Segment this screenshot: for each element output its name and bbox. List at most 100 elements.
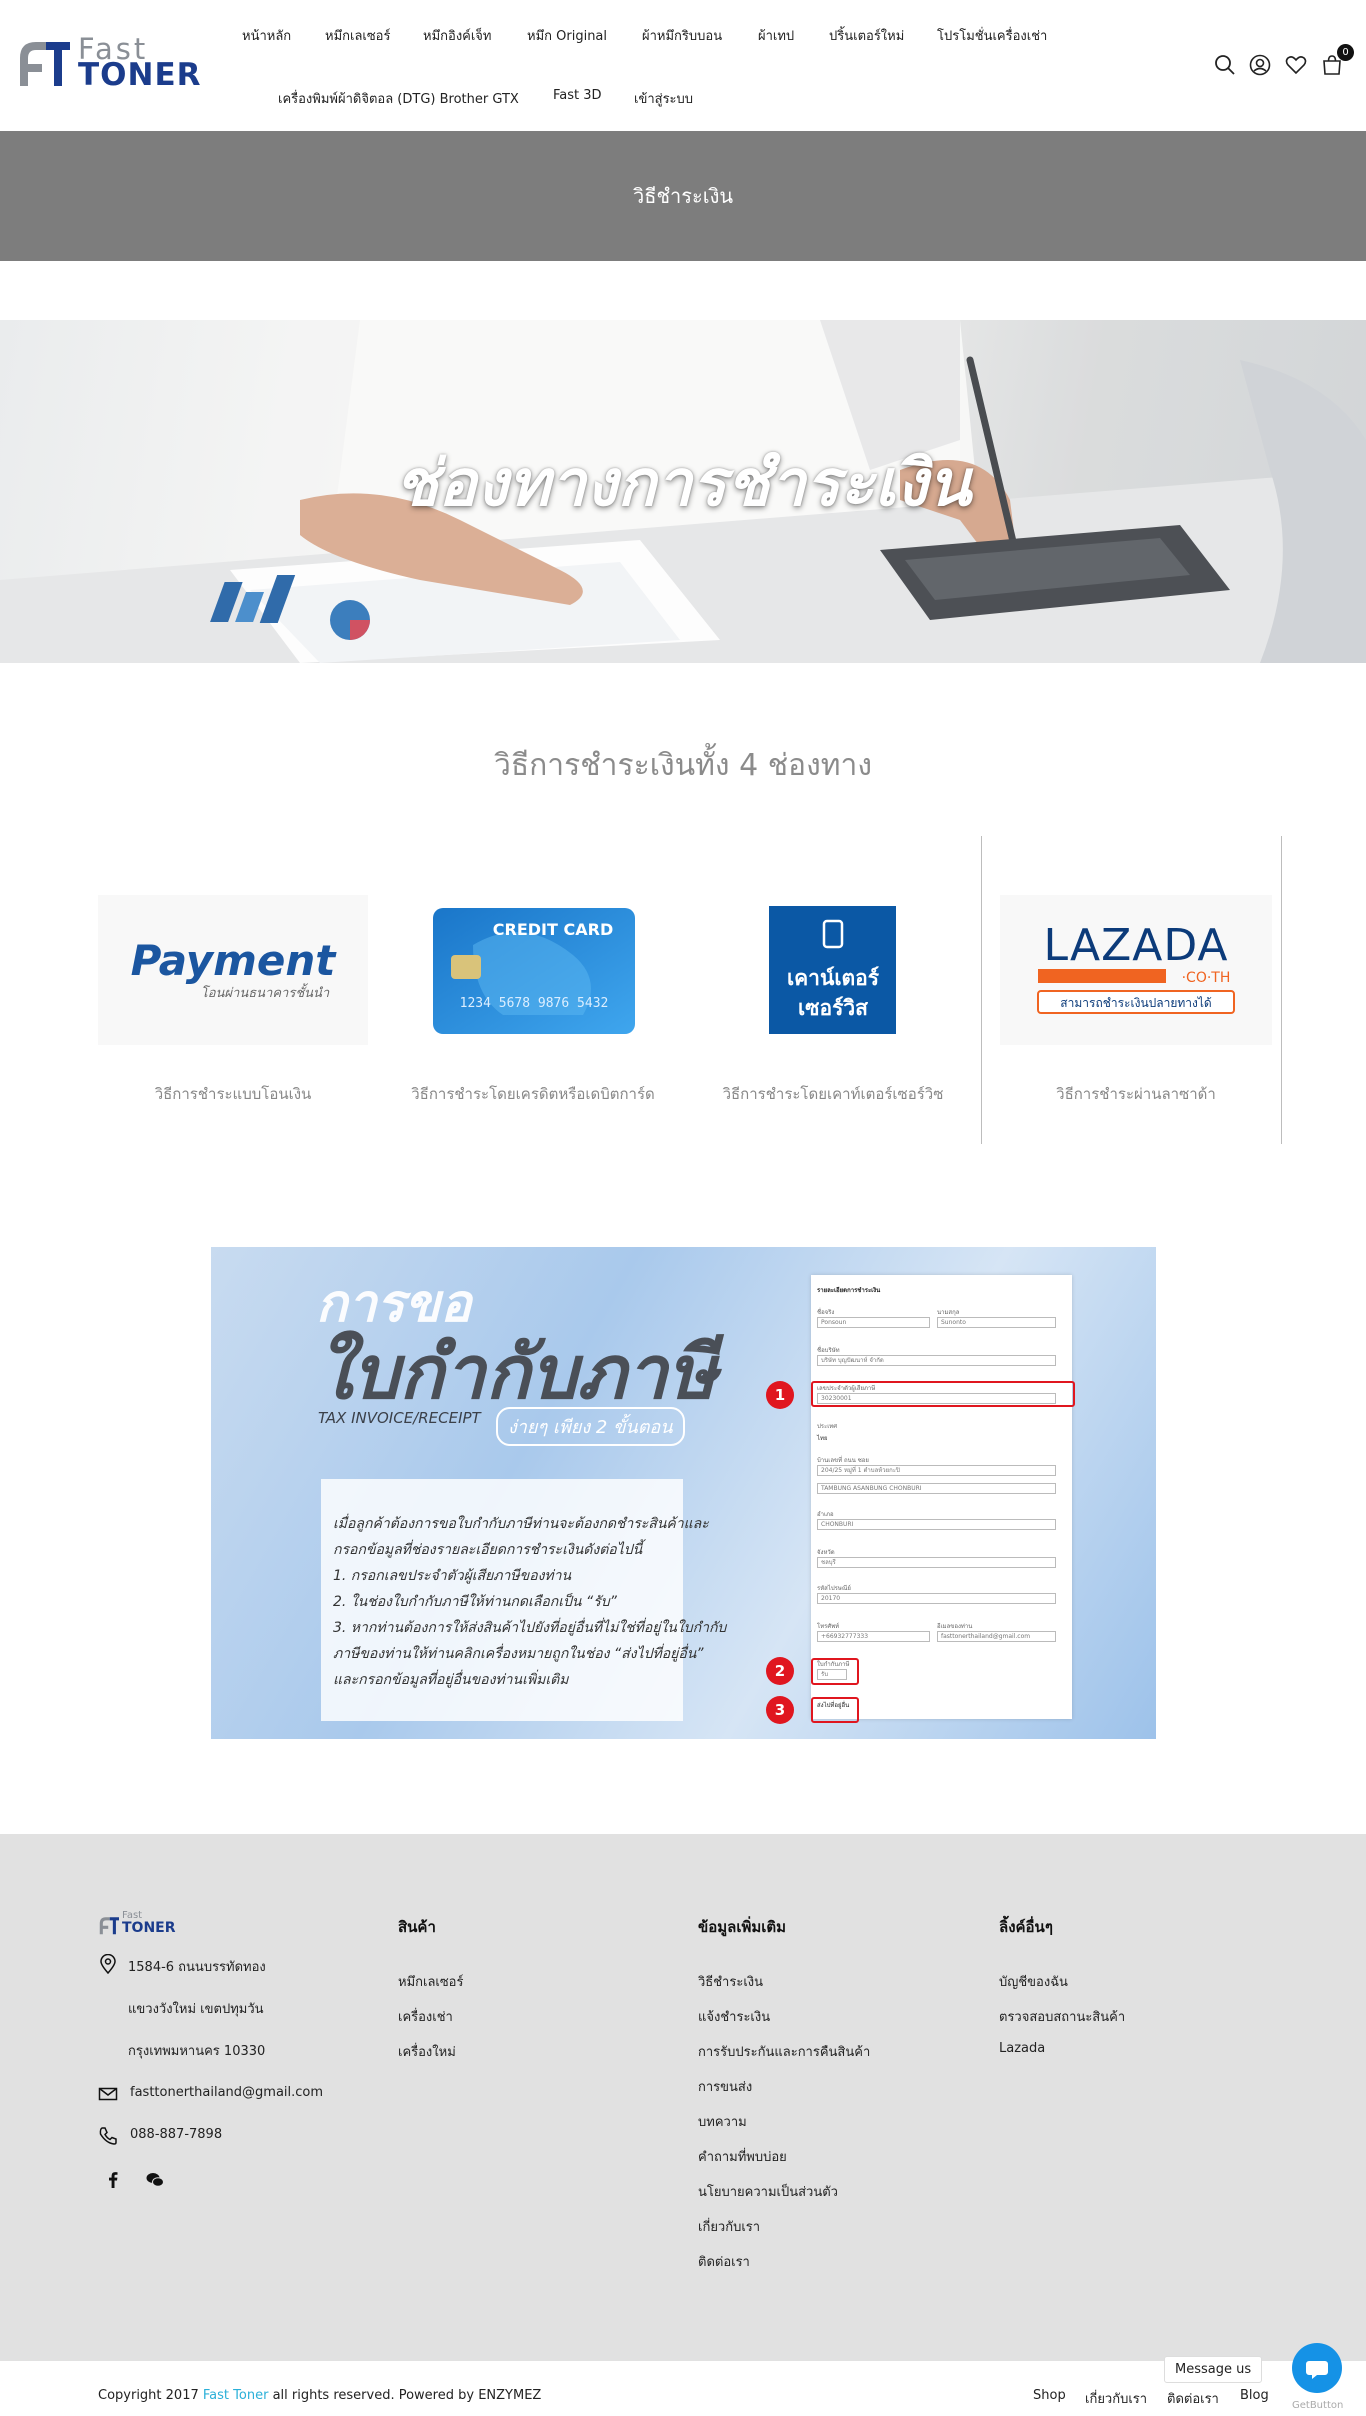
nav-ribbon[interactable]: ผ้าหมึกริบบอน — [642, 25, 722, 46]
bottom-link-blog[interactable]: Blog — [1240, 2388, 1269, 2403]
nav-original-ink[interactable]: หมึก Original — [527, 25, 607, 46]
search-icon[interactable] — [1213, 53, 1237, 77]
nav-login[interactable]: เข้าสู่ระบบ — [634, 88, 693, 109]
credit-card-image: CREDIT CARD 1234 5678 9876 5432 — [433, 908, 635, 1034]
footer-link[interactable]: คำถามที่พบบ่อย — [698, 2146, 787, 2167]
payment-logo-subtext: โอนผ่านธนาคารชั้นนำ — [201, 983, 330, 1001]
copyright-prefix: Copyright 2017 — [98, 2388, 199, 2403]
footer-link[interactable]: นโยบายความเป็นส่วนตัว — [698, 2181, 838, 2202]
form-label: จังหวัด — [817, 1549, 835, 1556]
nav-home[interactable]: หน้าหลัก — [242, 25, 291, 46]
footer-link[interactable]: เกี่ยวกับเรา — [698, 2216, 760, 2237]
form-label: โทรศัพท์ — [817, 1623, 840, 1630]
bottom-link-contact[interactable]: ติดต่อเรา — [1167, 2388, 1219, 2409]
nav-rental-promo[interactable]: โปรโมชั่นเครื่องเช่า — [937, 25, 1047, 46]
getbutton-credit[interactable]: GetButton — [1292, 2400, 1343, 2411]
copyright-text: Copyright 2017 Fast Toner all rights res… — [98, 2388, 541, 2403]
form-field: TAMBUNG ASANBUNG CHONBURI — [817, 1483, 1056, 1494]
tax-instruction-line: 3. หากท่านต้องการให้ส่งสินค้าไปยังที่อยู… — [333, 1620, 727, 1636]
form-label: บ้านเลขที่ ถนน ซอย — [817, 1457, 869, 1464]
page-title: วิธีชำระเงิน — [633, 184, 733, 208]
footer-address-line: แขวงวังใหม่ เขตปทุมวัน — [128, 2002, 264, 2017]
payment-method-caption[interactable]: วิธีการชำระโดยเครดิตหรือเดบิตการ์ด — [383, 1082, 683, 1106]
step-number-badge: 1 — [766, 1381, 794, 1409]
form-field: 20170 — [817, 1593, 1056, 1604]
footer-link[interactable]: บัญชีของฉัน — [999, 1971, 1068, 1992]
form-field: บริษัท บุญปัฒนาห์ จำกัด — [817, 1355, 1056, 1366]
nav-inkjet[interactable]: หมึกอิงค์เจ็ท — [423, 25, 492, 46]
copyright-brand-link[interactable]: Fast Toner — [203, 2388, 269, 2403]
payment-method-caption[interactable]: วิธีการชำระโดยเคาท์เตอร์เซอร์วิซ — [683, 1082, 983, 1106]
phone-icon — [99, 2127, 117, 2145]
counter-service-text-2: เซอร์วิส — [798, 996, 868, 1020]
footer-link[interactable]: วิธีชำระเงิน — [698, 1971, 763, 1992]
footer-link[interactable]: ติดต่อเรา — [698, 2251, 750, 2272]
footer-link[interactable]: การขนส่ง — [698, 2076, 752, 2097]
lazada-domain: ·CO·TH — [1182, 970, 1231, 986]
tax-instruction-line: 2. ในช่องใบกำกับภาษีให้ท่านกดเลือกเป็น “… — [333, 1594, 617, 1610]
footer-email[interactable]: fasttonerthailand@gmail.com — [130, 2085, 323, 2100]
step-number-badge: 2 — [766, 1657, 794, 1685]
credit-card-number: 1234 5678 9876 5432 — [460, 996, 609, 1011]
highlight-box — [811, 1697, 859, 1723]
footer-link[interactable]: การรับประกันและการคืนสินค้า — [698, 2041, 870, 2062]
logo-mark-icon — [20, 42, 70, 86]
footer-link[interactable]: บทความ — [698, 2111, 747, 2132]
form-label: นามสกุล — [937, 1309, 960, 1316]
lazada-wordmark: LAZADA — [1043, 920, 1228, 971]
payment-logo-text: Payment — [131, 936, 338, 985]
footer-link[interactable]: เครื่องใหม่ — [398, 2041, 456, 2062]
lazada-cod-badge: สามารถชำระเงินปลายทางได้ — [1060, 996, 1211, 1010]
wishlist-heart-icon[interactable] — [1284, 53, 1308, 77]
form-field: Sunonto — [937, 1317, 1056, 1328]
site-logo[interactable]: Fast TONER — [16, 32, 211, 93]
footer-col-title-info: ข้อมูลเพิ่มเติม — [698, 1918, 787, 1936]
form-label: ชื่อบริษัท — [817, 1347, 840, 1354]
footer-link[interactable]: แจ้งชำระเงิน — [698, 2006, 770, 2027]
payment-method-card[interactable]: LAZADA ·CO·TH สามารถชำระเงินปลายทางได้ ว… — [986, 835, 1286, 1145]
tax-instruction-line: และกรอกข้อมูลที่อยู่อื่นของท่านเพิ่มเติม — [333, 1672, 569, 1688]
hero-banner: ช่องทางการชำระเงิน — [0, 320, 1366, 663]
footer-link[interactable]: ตรวจสอบสถานะสินค้า — [999, 2006, 1125, 2027]
form-field: +66932777333 — [817, 1631, 930, 1642]
footer-address-line: 1584-6 ถนนบรรทัดทอง — [128, 1960, 266, 1975]
footer-link[interactable]: เครื่องเช่า — [398, 2006, 453, 2027]
step-number-badge: 3 — [766, 1696, 794, 1724]
nav-fast-3d[interactable]: Fast 3D — [553, 88, 602, 103]
nav-laser-toner[interactable]: หมึกเลเซอร์ — [325, 25, 390, 46]
site-footer: Fast TONER 1584-6 ถนนบรรทัดทอง แขวงวังให… — [0, 1834, 1366, 2361]
facebook-icon[interactable] — [103, 2170, 123, 2190]
form-label: รหัสไปรษณีย์ — [817, 1585, 851, 1592]
tax-instruction-line: กรอกข้อมูลที่ช่องรายละเอียดการชำระเงินดั… — [333, 1542, 643, 1558]
account-icon[interactable] — [1248, 53, 1272, 77]
footer-link[interactable]: หมึกเลเซอร์ — [398, 1971, 463, 1992]
payment-method-card[interactable]: CREDIT CARD 1234 5678 9876 5432 วิธีการช… — [383, 835, 683, 1145]
footer-phone[interactable]: 088-887-7898 — [130, 2127, 222, 2142]
form-label: ประเทศ — [817, 1423, 838, 1430]
payment-method-caption[interactable]: วิธีการชำระผ่านลาซาด้า — [986, 1082, 1286, 1106]
nav-dtg-printer[interactable]: เครื่องพิมพ์ผ้าดิจิตอล (DTG) Brother GTX — [278, 88, 519, 109]
payment-method-card[interactable]: เคาน์เตอร์ เซอร์วิส วิธีการชำระโดยเคาท์เ… — [683, 835, 983, 1145]
chat-launcher-button[interactable] — [1292, 2343, 1342, 2393]
tax-instruction-line: เมื่อลูกค้าต้องการขอใบกำกับภาษีท่านจะต้อ… — [333, 1516, 709, 1532]
counter-service-text-1: เคาน์เตอร์ — [787, 966, 880, 990]
bottom-link-shop[interactable]: Shop — [1033, 2388, 1066, 2403]
payment-methods-heading: วิธีการชำระเงินทั้ง 4 ช่องทาง — [493, 748, 872, 783]
footer-col-title-products: สินค้า — [398, 1918, 436, 1936]
wechat-icon[interactable] — [145, 2170, 165, 2190]
payment-method-caption[interactable]: วิธีการชำระแบบโอนเงิน — [83, 1082, 383, 1106]
footer-link[interactable]: Lazada — [999, 2041, 1045, 2056]
footer-logo[interactable]: Fast TONER — [98, 1910, 198, 1937]
bottom-link-about[interactable]: เกี่ยวกับเรา — [1085, 2388, 1147, 2409]
payment-method-card[interactable]: Payment โอนผ่านธนาคารชั้นนำ วิธีการชำระแ… — [83, 835, 383, 1145]
form-value: ไทย — [817, 1435, 828, 1442]
site-header: Fast TONER หน้าหลัก หมึกเลเซอร์ หมึกอิงค… — [0, 0, 1366, 131]
nav-tape[interactable]: ผ้าเทป — [758, 25, 794, 46]
form-label: ชื่อจริง — [817, 1309, 835, 1316]
column-divider — [981, 836, 982, 1144]
credit-card-title: CREDIT CARD — [493, 920, 613, 939]
chat-message-bubble[interactable]: Message us — [1164, 2356, 1263, 2383]
cart-count-badge: 0 — [1337, 44, 1354, 61]
lazada-image: LAZADA ·CO·TH สามารถชำระเงินปลายทางได้ — [1000, 895, 1272, 1045]
nav-new-printers[interactable]: ปริ้นเตอร์ใหม่ — [829, 25, 904, 46]
